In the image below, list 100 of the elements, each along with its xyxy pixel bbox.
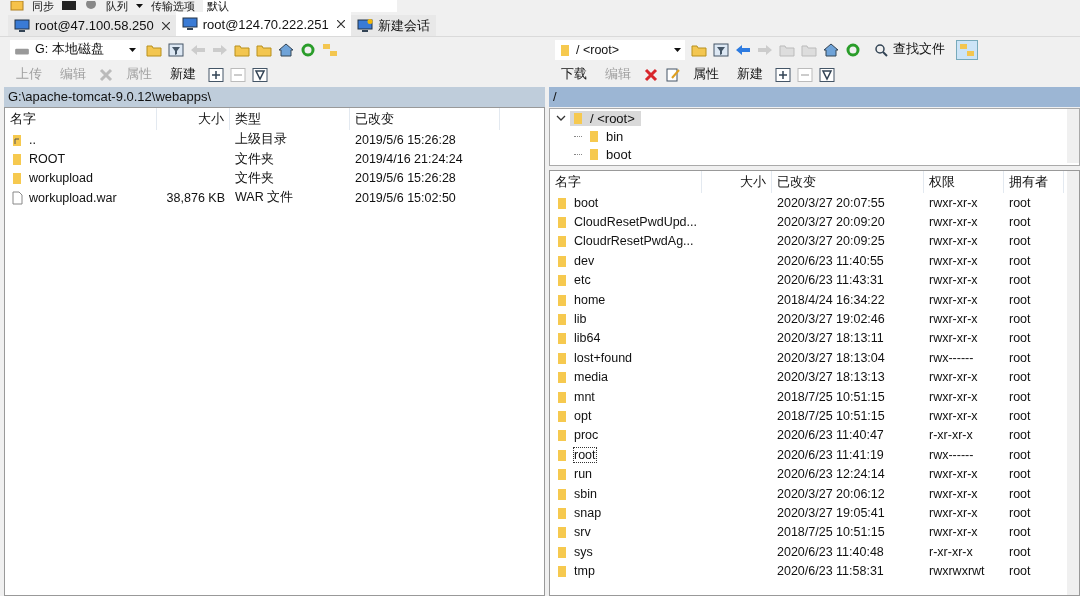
table-cell: rwxr-xr-x <box>929 525 978 540</box>
column-header[interactable]: 类型 <box>230 108 350 130</box>
root-folder-icon[interactable] <box>256 42 272 57</box>
column-header[interactable]: 名字 <box>5 108 157 130</box>
folder-icon <box>556 331 568 346</box>
filter-icon[interactable] <box>168 42 184 57</box>
folder-icon <box>11 152 23 167</box>
minus-icon[interactable] <box>230 67 246 82</box>
scrollbar[interactable] <box>1067 109 1079 163</box>
table-cell: 2018/7/25 10:51:15 <box>777 389 885 404</box>
session-tab[interactable]: root@47.100.58.250 <box>8 15 176 36</box>
folder-icon <box>556 428 568 443</box>
filter-icon[interactable] <box>252 67 268 82</box>
chevron-icon[interactable] <box>556 113 566 123</box>
close-icon[interactable] <box>161 21 170 30</box>
file-name[interactable]: proc <box>574 428 599 443</box>
terminal-icon[interactable] <box>62 1 76 11</box>
toolbar-button[interactable]: 新建 <box>164 64 202 85</box>
table-cell: rwxr-xr-x <box>929 273 978 288</box>
toolbar-button[interactable]: 属性 <box>687 64 725 85</box>
tree-item[interactable]: bin <box>606 128 624 144</box>
close-icon[interactable] <box>336 20 345 28</box>
file-name[interactable]: lost+found <box>574 350 633 365</box>
queue-button[interactable]: 队列 <box>106 0 128 12</box>
table-cell: WAR 文件 <box>235 190 294 205</box>
delete-icon[interactable] <box>643 67 659 82</box>
table-cell: root <box>1009 447 1031 462</box>
file-name[interactable]: boot <box>574 195 599 210</box>
column-header[interactable]: 已改变 <box>350 108 500 130</box>
table-cell: root <box>1009 273 1031 288</box>
file-name[interactable]: run <box>574 467 593 482</box>
tree-item[interactable]: / <root> <box>570 110 641 126</box>
column-header[interactable]: 大小 <box>157 108 230 130</box>
file-name[interactable]: ROOT <box>29 152 66 167</box>
file-name[interactable]: etc <box>574 273 591 288</box>
file-name[interactable]: lib <box>574 312 587 327</box>
minus-icon[interactable] <box>797 67 813 82</box>
table-cell: rwx------ <box>929 350 974 365</box>
filter-icon[interactable] <box>819 67 835 82</box>
file-name[interactable]: sys <box>574 544 593 559</box>
tree-item[interactable]: boot <box>606 146 632 162</box>
file-name[interactable]: root <box>574 447 596 462</box>
session-tab[interactable]: root@124.70.222.251 <box>175 12 351 36</box>
file-name[interactable]: snap <box>574 505 602 520</box>
location-dropdown[interactable]: / <root> <box>555 39 685 60</box>
table-cell: rwxr-xr-x <box>929 234 978 249</box>
file-name[interactable]: dev <box>574 253 595 268</box>
monitor-icon <box>14 18 30 33</box>
table-cell: 2020/3/27 20:07:55 <box>777 195 885 210</box>
filter-icon[interactable] <box>713 42 729 57</box>
refresh-icon[interactable] <box>845 42 861 57</box>
file-name[interactable]: .. <box>29 132 36 147</box>
table-cell: 2020/6/23 12:24:14 <box>777 467 885 482</box>
column-header[interactable]: 权限 <box>924 171 1004 193</box>
column-header[interactable]: 名字 <box>550 171 702 193</box>
plus-icon[interactable] <box>208 67 224 82</box>
parent-folder-icon[interactable] <box>234 42 250 57</box>
file-name[interactable]: workupload.war <box>29 190 117 205</box>
table-cell: rwxr-xr-x <box>929 292 978 307</box>
folder-icon[interactable] <box>691 42 707 57</box>
folder-icon <box>556 409 568 423</box>
caret-icon[interactable] <box>136 4 143 8</box>
scrollbar[interactable] <box>1067 171 1079 595</box>
home-icon[interactable] <box>278 42 294 57</box>
plus-icon[interactable] <box>775 67 791 82</box>
tree-view-icon[interactable] <box>957 40 977 59</box>
file-name[interactable]: home <box>574 292 606 307</box>
table-cell: 2020/6/23 11:43:31 <box>777 273 884 288</box>
table-cell: root <box>1009 253 1031 268</box>
toolbar-button[interactable]: 下载 <box>555 64 593 85</box>
back-arrow-icon[interactable] <box>735 42 751 57</box>
column-header[interactable]: 已改变 <box>772 171 924 193</box>
file-name[interactable]: lib64 <box>574 331 601 346</box>
folder-icon <box>556 215 568 230</box>
find-files-button[interactable]: 查找文件 <box>867 39 951 60</box>
file-name[interactable]: opt <box>574 409 592 423</box>
column-header[interactable]: 拥有者 <box>1004 171 1064 193</box>
caret-icon <box>129 47 136 52</box>
file-name[interactable]: workupload <box>29 171 93 186</box>
folder-icon <box>556 350 568 365</box>
file-name[interactable]: tmp <box>574 564 595 579</box>
toolbar-button[interactable]: 新建 <box>731 64 769 85</box>
file-name[interactable]: media <box>574 370 609 385</box>
table-cell: 2020/6/23 11:58:31 <box>777 564 884 579</box>
column-header[interactable]: 大小 <box>702 171 772 193</box>
rename-icon[interactable] <box>665 67 681 82</box>
table-cell: root <box>1009 505 1031 520</box>
drive-dropdown[interactable]: G: 本地磁盘 <box>10 39 140 60</box>
transfer-combo[interactable]: 默认 <box>203 0 397 12</box>
folder-icon <box>556 486 568 501</box>
home-icon[interactable] <box>823 42 839 57</box>
folder-icon[interactable] <box>146 42 162 57</box>
file-name[interactable]: CloudrResetPwdAg... <box>574 234 694 249</box>
file-name[interactable]: mnt <box>574 389 595 404</box>
sync-button[interactable]: 同步 <box>32 0 54 12</box>
file-name[interactable]: sbin <box>574 486 597 501</box>
file-name[interactable]: CloudResetPwdUpd... <box>574 215 697 230</box>
file-name[interactable]: srv <box>574 525 591 540</box>
session-tab[interactable]: 新建会话 <box>350 15 436 36</box>
refresh-icon[interactable] <box>300 42 316 57</box>
